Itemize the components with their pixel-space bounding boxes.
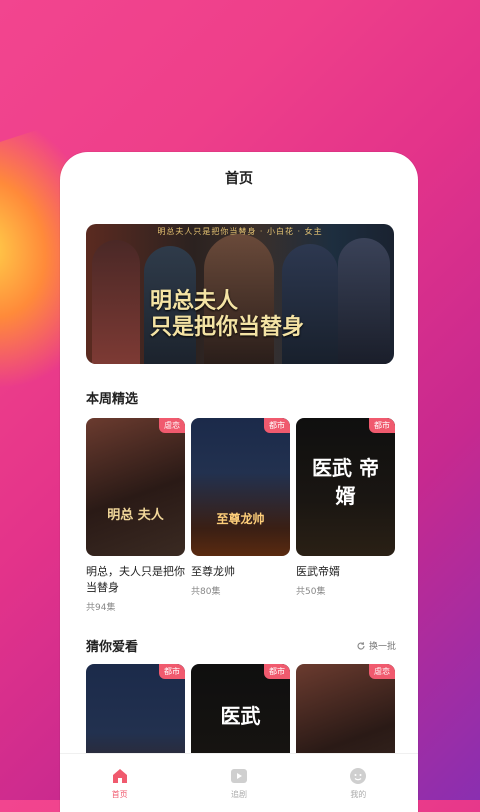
tab-label: 首页 — [111, 789, 128, 799]
play-icon — [230, 768, 247, 783]
refresh-button[interactable]: 换一批 — [356, 639, 396, 652]
tab-home[interactable]: 首页 — [60, 754, 179, 812]
bottom-tab-bar: 首页 追剧 我的 — [60, 753, 418, 812]
genre-badge: 虐恋 — [369, 664, 395, 679]
drama-card[interactable]: 医武 帝婿 都市 医武帝婿 共50集 — [296, 418, 395, 613]
genre-badge: 虐恋 — [159, 418, 185, 433]
episode-count: 共50集 — [296, 587, 326, 597]
weekly-grid: 明总 夫人 虐恋 明总，夫人只是把你当替身 共94集 至尊龙帅 都市 至尊龙帅 … — [86, 418, 395, 613]
home-icon — [112, 768, 127, 783]
refresh-icon — [357, 641, 365, 650]
app-screen: 首页 明总夫人只是把你当替身 · 小白花 · 女主 明总夫人 只是把你当替身 本… — [60, 152, 418, 812]
cover-title-art: 明总 夫人 — [107, 508, 164, 523]
hero-banner[interactable]: 明总夫人只是把你当替身 · 小白花 · 女主 明总夫人 只是把你当替身 — [86, 224, 394, 364]
tab-label: 追剧 — [230, 789, 247, 799]
drama-title: 明总，夫人只是把你当替身 — [86, 565, 185, 594]
cover-title-art: 医武 帝婿 — [312, 456, 379, 508]
drama-cover: 医武 帝婿 都市 — [296, 418, 395, 556]
episode-count: 共94集 — [86, 603, 116, 613]
profile-icon — [350, 767, 367, 784]
genre-badge: 都市 — [159, 664, 185, 679]
genre-badge: 都市 — [264, 664, 290, 679]
tab-profile[interactable]: 我的 — [299, 754, 418, 812]
episode-count: 共80集 — [191, 587, 221, 597]
banner-figure-1 — [92, 240, 140, 364]
cover-title-art: 医武 — [220, 704, 261, 728]
section-title-guess: 猜你爱看 — [86, 640, 139, 655]
banner-title-art: 明总夫人 只是把你当替身 — [150, 288, 305, 340]
drama-cover: 至尊龙帅 都市 — [191, 418, 290, 556]
drama-title: 医武帝婿 — [296, 565, 340, 578]
banner-figure-5 — [338, 238, 390, 364]
top-bar: 首页 — [60, 152, 418, 204]
drama-title: 至尊龙帅 — [191, 565, 235, 578]
genre-badge: 都市 — [369, 418, 395, 433]
refresh-label: 换一批 — [368, 642, 396, 652]
section-title-weekly: 本周精选 — [86, 392, 139, 407]
tab-follow[interactable]: 追剧 — [179, 754, 298, 812]
drama-card[interactable]: 至尊龙帅 都市 至尊龙帅 共80集 — [191, 418, 290, 613]
genre-badge: 都市 — [264, 418, 290, 433]
tab-label: 我的 — [350, 789, 367, 799]
cover-title-art: 至尊龙帅 — [216, 512, 265, 526]
drama-cover: 明总 夫人 虐恋 — [86, 418, 185, 556]
page-title: 首页 — [225, 171, 253, 187]
drama-card[interactable]: 明总 夫人 虐恋 明总，夫人只是把你当替身 共94集 — [86, 418, 185, 613]
